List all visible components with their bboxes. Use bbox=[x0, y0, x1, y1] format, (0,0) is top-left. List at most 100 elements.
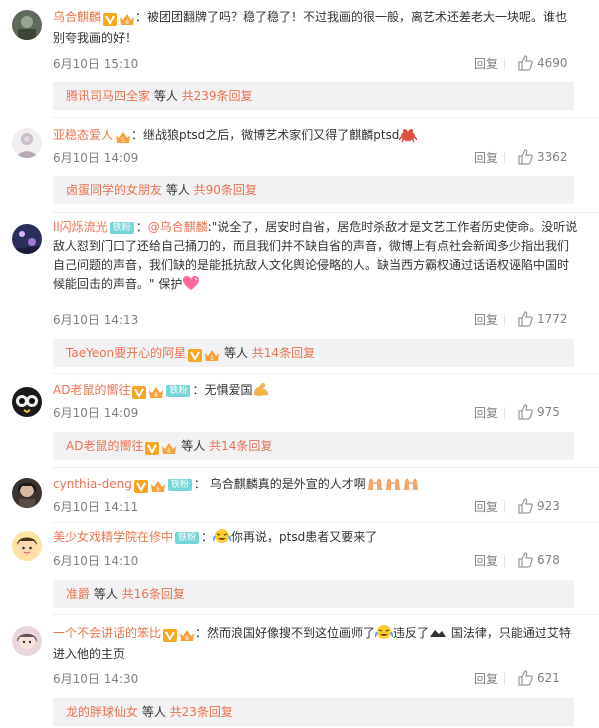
comment-time: 6月10日 14:09 bbox=[53, 151, 139, 165]
like-count: 3362 bbox=[537, 150, 568, 164]
comment-username[interactable]: 美少女戏精学院在修中 bbox=[53, 530, 173, 544]
sub-reply-count-link[interactable]: 共16条回复 bbox=[122, 587, 185, 601]
like-button[interactable]: 4690 bbox=[517, 55, 577, 73]
avatar[interactable] bbox=[12, 10, 42, 40]
comment-username[interactable]: ll闪烁流光 bbox=[53, 220, 108, 234]
sub-reply-user[interactable]: TaeYeon要开心的阿星 bbox=[66, 346, 186, 360]
like-count: 4690 bbox=[537, 56, 568, 70]
avatar[interactable] bbox=[12, 387, 42, 417]
comment-body: 亚稳态爱人 5 ：继战狼ptsd之后，微博艺术家们又得了麒麟ptsd bbox=[53, 126, 579, 147]
like-thumb-icon bbox=[518, 55, 533, 71]
sub-reply-count-link[interactable]: 共14条回复 bbox=[209, 439, 272, 453]
laugh-cry-emoji bbox=[213, 529, 232, 543]
comment-meta: 6月10日 14:30 回复 621 bbox=[53, 670, 577, 688]
muscle-emoji bbox=[254, 382, 269, 396]
comment-text: 违反了 bbox=[393, 626, 430, 640]
svg-text:6: 6 bbox=[155, 392, 159, 399]
v-verified-icon bbox=[103, 13, 118, 26]
like-thumb-icon bbox=[518, 498, 533, 514]
like-button[interactable]: 3362 bbox=[517, 149, 577, 167]
like-button[interactable]: 678 bbox=[517, 552, 577, 570]
v-verified-icon bbox=[133, 480, 148, 493]
fan-badge: 铁粉 bbox=[175, 532, 200, 544]
sub-reply-count-link[interactable]: 共90条回复 bbox=[194, 183, 257, 197]
comment-meta: 6月10日 14:11 回复 923 bbox=[53, 498, 577, 516]
comment-username[interactable]: 亚稳态爱人 bbox=[53, 128, 113, 142]
reply-button[interactable]: 回复 bbox=[474, 404, 498, 421]
vip-crown-icon: 5 bbox=[116, 132, 131, 144]
like-button[interactable]: 621 bbox=[517, 670, 577, 688]
crab-emoji bbox=[399, 129, 418, 142]
divider bbox=[504, 152, 505, 164]
comment-username[interactable]: AD老鼠的嚮往 bbox=[53, 383, 130, 397]
like-thumb-icon bbox=[518, 404, 533, 420]
avatar[interactable] bbox=[12, 531, 42, 561]
sub-reply-etc: 等人 bbox=[138, 705, 170, 719]
svg-text:6: 6 bbox=[125, 19, 129, 26]
comment-feed: 乌合麒麟 6 ：被团团翻牌了吗？稳了稳了！不过我画的很一般，离艺术还差老大一块呢。谁… bbox=[0, 0, 599, 728]
river-crab-emoji bbox=[430, 630, 447, 637]
sub-replies-box[interactable]: 龙的胖球仙女 等人 共23条回复 bbox=[53, 698, 574, 726]
avatar[interactable] bbox=[12, 128, 42, 158]
hands-emoji bbox=[367, 478, 382, 490]
sub-reply-user[interactable]: 龙的胖球仙女 bbox=[66, 705, 138, 719]
reply-button[interactable]: 回复 bbox=[474, 311, 498, 328]
fan-badge: 铁粉 bbox=[167, 479, 192, 491]
like-count: 923 bbox=[537, 499, 560, 513]
like-button[interactable]: 975 bbox=[517, 404, 577, 422]
sub-reply-etc: 等人 bbox=[220, 346, 252, 360]
sub-reply-user[interactable]: 卤蛋同学的女朋友 bbox=[66, 183, 162, 197]
reply-button[interactable]: 回复 bbox=[474, 498, 498, 515]
like-count: 1772 bbox=[537, 312, 568, 326]
svg-text:5: 5 bbox=[156, 486, 160, 493]
sub-reply-count-link[interactable]: 共23条回复 bbox=[170, 705, 233, 719]
sub-reply-etc: 等人 bbox=[177, 439, 210, 453]
comment-meta: 6月10日 15:10 回复 4690 bbox=[53, 55, 577, 73]
sub-replies-box[interactable]: AD老鼠的嚮往 6 等人 共14条回复 bbox=[53, 432, 574, 460]
sub-reply-etc: 等人 bbox=[150, 89, 182, 103]
vip-crown-icon: 5 bbox=[150, 481, 165, 493]
sub-reply-user[interactable]: 准爵 bbox=[66, 587, 90, 601]
svg-text:6: 6 bbox=[185, 635, 189, 642]
sub-replies-box[interactable]: TaeYeon要开心的阿星 5 等人 共14条回复 bbox=[53, 339, 574, 367]
divider bbox=[504, 58, 505, 70]
sub-replies-box[interactable]: 腾讯司马四全家 等人 共239条回复 bbox=[53, 82, 574, 110]
sub-reply-count-link[interactable]: 共14条回复 bbox=[252, 346, 315, 360]
avatar[interactable] bbox=[12, 626, 42, 656]
comment-body: cynthia-deng 5 铁粉： 乌合麒麟真的是外宣的人才啊 bbox=[53, 475, 579, 496]
comment-username[interactable]: 一个不会讲话的笨比 bbox=[53, 626, 161, 640]
laugh-cry-emoji bbox=[375, 625, 394, 639]
sub-reply-user[interactable]: AD老鼠的嚮往 bbox=[66, 439, 143, 453]
hands-emoji bbox=[385, 478, 400, 490]
vip-crown-icon: 6 bbox=[162, 443, 177, 455]
mention-link[interactable]: @乌合麒麟 bbox=[148, 220, 208, 234]
comment-text: ：继战狼ptsd之后，微博艺术家们又得了麒麟ptsd bbox=[131, 128, 400, 142]
sub-reply-count-link[interactable]: 共239条回复 bbox=[182, 89, 253, 103]
v-verified-icon bbox=[163, 629, 178, 642]
sub-replies-box[interactable]: 卤蛋同学的女朋友 等人 共90条回复 bbox=[53, 176, 574, 204]
comment-meta: 6月10日 14:13 回复 1772 bbox=[53, 311, 577, 329]
reply-button[interactable]: 回复 bbox=[474, 552, 498, 569]
reply-button[interactable]: 回复 bbox=[474, 149, 498, 166]
comment-body: 一个不会讲话的笨比 6 ：然而浪国好像搜不到这位画师了 违反了 国法律，只能通过艾特进… bbox=[53, 624, 579, 664]
like-button[interactable]: 1772 bbox=[517, 311, 577, 329]
v-verified-icon bbox=[188, 349, 203, 362]
comment-username[interactable]: 乌合麒麟 bbox=[53, 10, 101, 24]
sub-reply-user[interactable]: 腾讯司马四全家 bbox=[66, 89, 150, 103]
reply-button[interactable]: 回复 bbox=[474, 55, 498, 72]
comment-username[interactable]: cynthia-deng bbox=[53, 477, 132, 491]
comment-meta: 6月10日 14:10 回复 678 bbox=[53, 552, 577, 570]
heart-emoji bbox=[183, 276, 200, 290]
like-button[interactable]: 923 bbox=[517, 498, 577, 516]
comment-body: AD老鼠的嚮往 6 铁粉 ：无惧爱国 bbox=[53, 381, 579, 402]
svg-text:5: 5 bbox=[121, 137, 125, 144]
like-count: 678 bbox=[537, 553, 560, 567]
reply-button[interactable]: 回复 bbox=[474, 670, 498, 687]
divider bbox=[504, 501, 505, 513]
divider bbox=[53, 212, 599, 213]
svg-text:6: 6 bbox=[168, 448, 172, 455]
avatar[interactable] bbox=[12, 224, 42, 254]
sub-replies-box[interactable]: 准爵 等人 共16条回复 bbox=[53, 580, 574, 608]
divider bbox=[53, 467, 599, 468]
avatar[interactable] bbox=[12, 478, 42, 508]
